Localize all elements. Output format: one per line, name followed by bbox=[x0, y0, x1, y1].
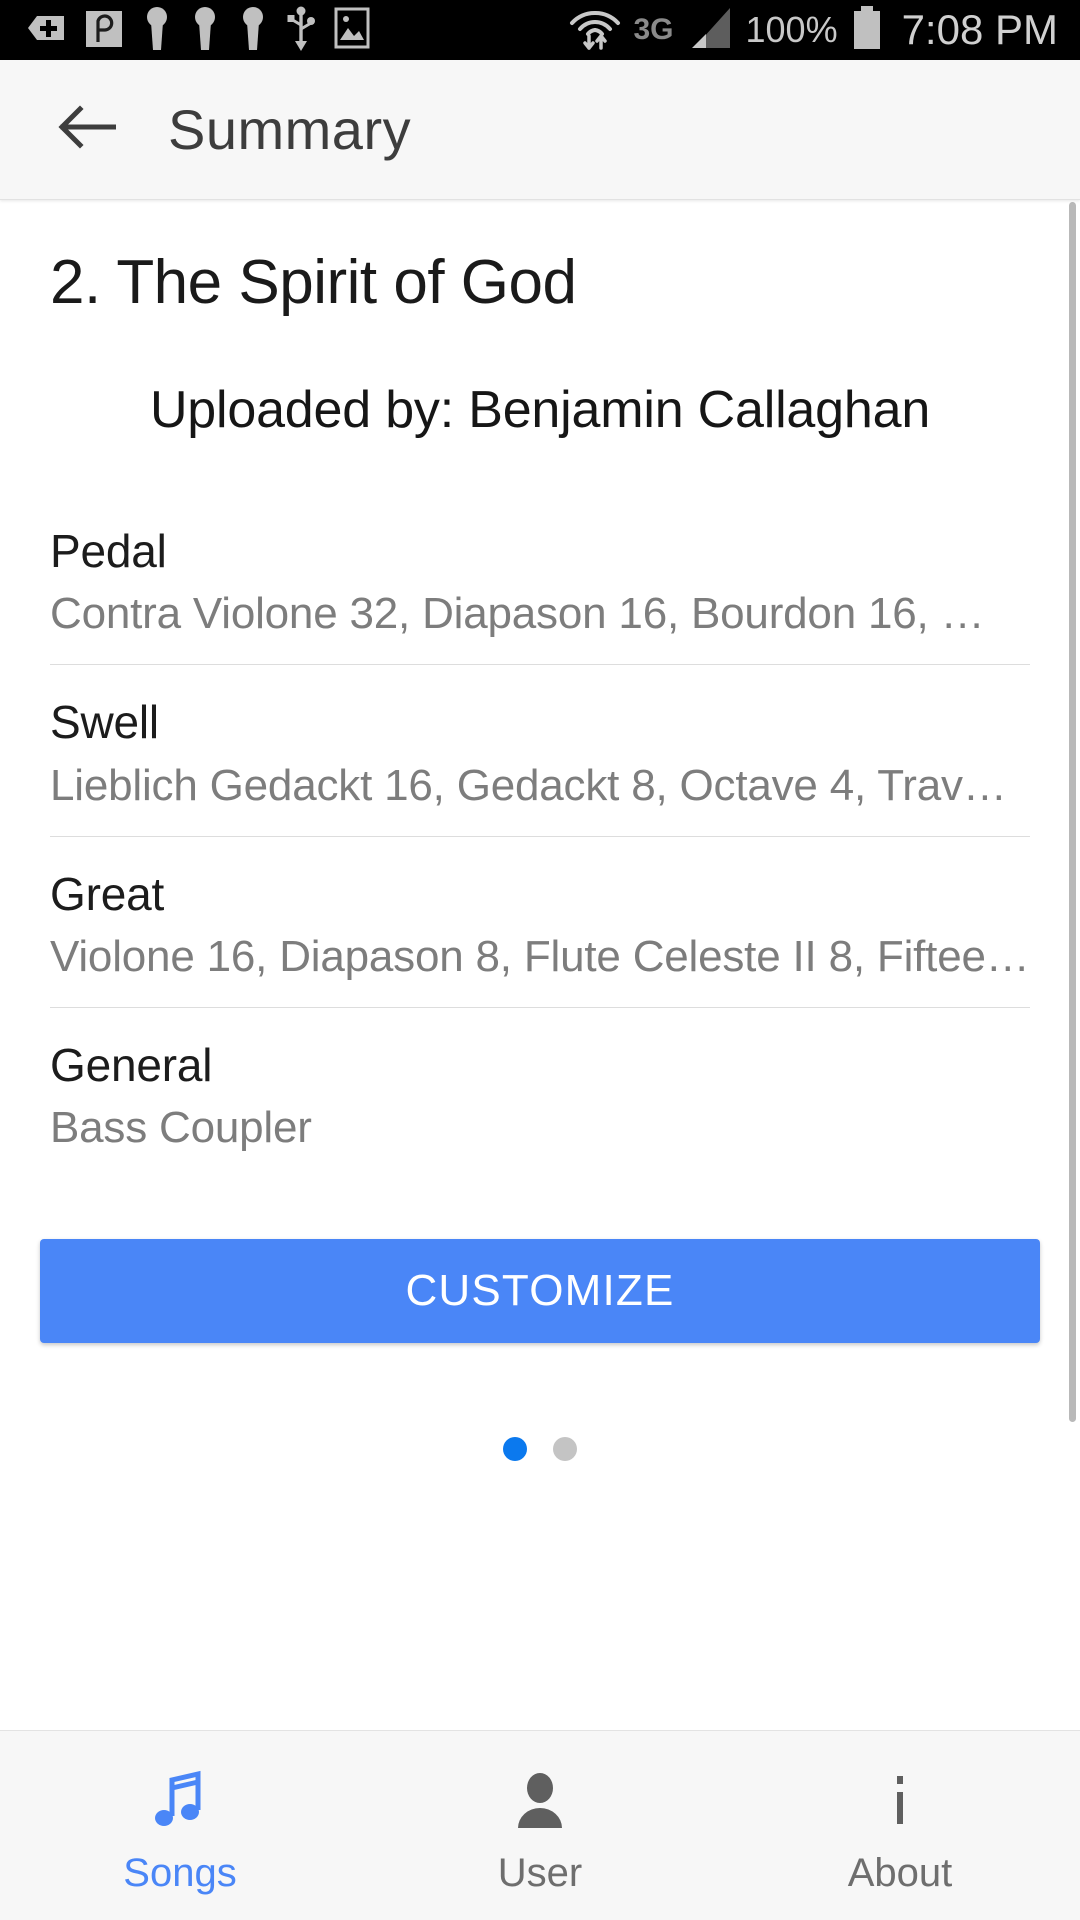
nav-item-about[interactable]: About bbox=[720, 1731, 1080, 1920]
summary-page: 2. The Spirit of God Uploaded by: Benjam… bbox=[0, 200, 1080, 1730]
division-name: Great bbox=[50, 867, 165, 920]
battery-percent-label: 100% bbox=[745, 9, 838, 50]
division-name: Swell bbox=[50, 696, 159, 749]
nav-item-user[interactable]: User bbox=[360, 1731, 720, 1920]
uploaded-by-label: Uploaded by: Benjamin Callaghan bbox=[149, 381, 931, 439]
tag-plus-icon bbox=[26, 8, 66, 53]
nav-label-user: User bbox=[497, 1851, 583, 1895]
signal-bars-icon bbox=[686, 6, 734, 55]
customize-button-container: CUSTOMIZE bbox=[0, 1179, 1080, 1343]
network-type-label: 3G bbox=[633, 13, 674, 46]
list-item[interactable]: Great Violone 16, Diapason 8, Flute Cele… bbox=[50, 835, 1030, 1007]
list-item[interactable]: Swell Lieblich Gedackt 16, Gedackt 8, Oc… bbox=[50, 664, 1030, 835]
status-notification-icons bbox=[26, 5, 370, 56]
info-icon bbox=[887, 1769, 913, 1833]
app-bar: Summary bbox=[0, 60, 1080, 200]
scrollbar[interactable] bbox=[1069, 200, 1076, 1730]
division-name: Pedal bbox=[50, 525, 167, 577]
usb-icon bbox=[286, 5, 316, 56]
person-icon bbox=[512, 1769, 568, 1833]
customize-button[interactable]: CUSTOMIZE bbox=[40, 1238, 1040, 1343]
division-stops: Lieblich Gedackt 16, Gedackt 8, Octave 4… bbox=[50, 760, 1007, 810]
status-system-icons: 3G 100% 7:08 PM bbox=[569, 5, 1058, 56]
wifi-transfer-icon bbox=[569, 5, 621, 56]
scrollbar-thumb[interactable] bbox=[1069, 202, 1076, 1422]
pager-dot-active[interactable] bbox=[503, 1436, 527, 1461]
division-list: Pedal Contra Violone 32, Diapason 16, Bo… bbox=[0, 514, 1080, 1179]
pager-dot[interactable] bbox=[553, 1436, 577, 1461]
division-name: General bbox=[50, 1039, 213, 1092]
back-button[interactable] bbox=[56, 99, 118, 161]
keyhole-icon bbox=[238, 6, 268, 55]
app-screen: 3G 100% 7:08 PM Summary 2. The Spirit of… bbox=[0, 0, 1080, 1920]
image-icon bbox=[334, 6, 370, 55]
division-stops: Violone 16, Diapason 8, Flute Celeste II… bbox=[50, 931, 1030, 981]
keyhole-icon bbox=[142, 6, 172, 55]
music-note-icon bbox=[150, 1769, 210, 1833]
song-title: 2. The Spirit of God bbox=[50, 248, 577, 317]
status-clock: 7:08 PM bbox=[901, 6, 1058, 53]
p-app-icon bbox=[84, 8, 124, 53]
nav-label-songs: Songs bbox=[123, 1851, 237, 1895]
list-item[interactable]: Pedal Contra Violone 32, Diapason 16, Bo… bbox=[50, 514, 1030, 664]
list-item[interactable]: General Bass Coupler bbox=[50, 1007, 1030, 1178]
status-bar: 3G 100% 7:08 PM bbox=[0, 0, 1080, 60]
page-title: Summary bbox=[168, 98, 412, 161]
nav-label-about: About bbox=[847, 1851, 953, 1895]
division-stops: Bass Coupler bbox=[50, 1103, 312, 1153]
keyhole-icon bbox=[190, 6, 220, 55]
scroll-container[interactable]: 2. The Spirit of God Uploaded by: Benjam… bbox=[0, 200, 1080, 1730]
division-stops: Contra Violone 32, Diapason 16, Bourdon … bbox=[50, 589, 985, 639]
battery-full-icon bbox=[850, 5, 884, 56]
back-arrow-icon bbox=[58, 103, 117, 156]
pager-dots bbox=[0, 1436, 1080, 1461]
nav-item-songs[interactable]: Songs bbox=[0, 1731, 360, 1920]
bottom-navigation: Songs User About bbox=[0, 1730, 1080, 1920]
